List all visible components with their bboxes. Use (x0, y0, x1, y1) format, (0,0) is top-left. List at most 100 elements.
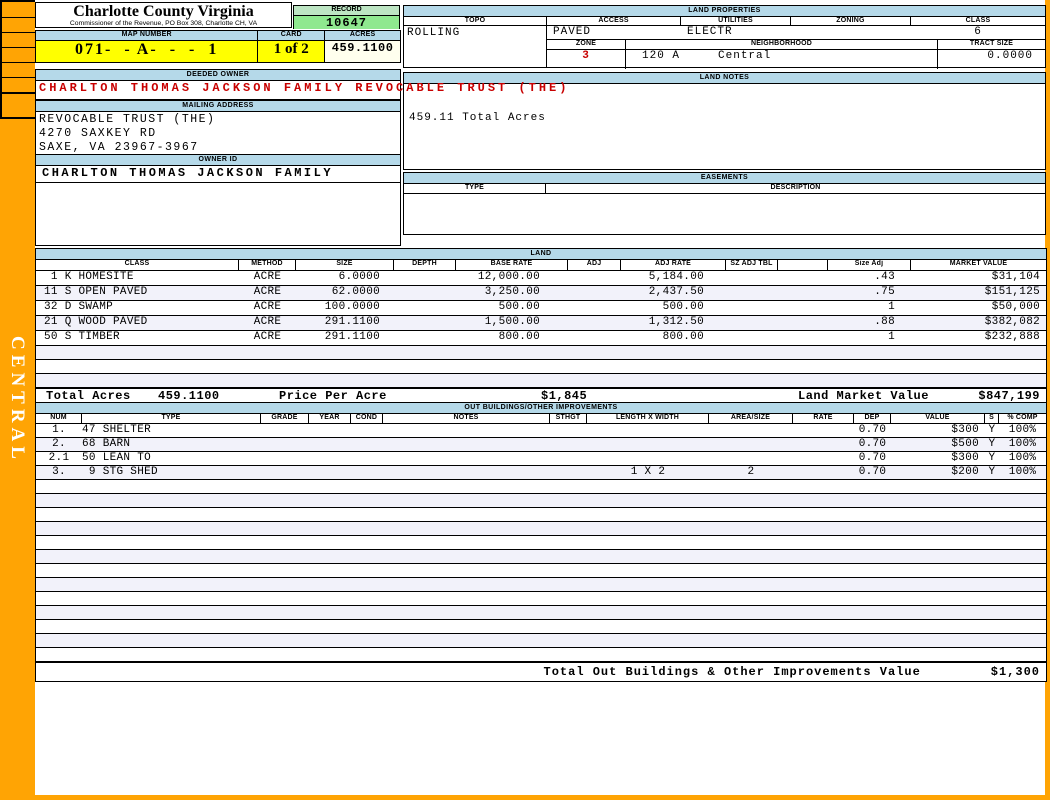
owner-id-label: OWNER ID (36, 155, 400, 166)
ob-col-num: NUM (36, 414, 82, 423)
ob-dep: 0.70 (858, 466, 887, 478)
empty-row (36, 564, 1046, 578)
land-base-rate: 1,500.00 (484, 316, 540, 328)
land-sz-adj-tbl (726, 286, 778, 300)
ob-s: Y (988, 466, 996, 478)
outbuildings-title: OUT BUILDINGS/OTHER IMPROVEMENTS (36, 403, 1046, 414)
land-market-value: $151,125 (984, 286, 1040, 298)
neighborhood-code: 120 A (642, 50, 681, 62)
land-class: 32 D SWAMP (44, 301, 114, 313)
ob-area-size (709, 438, 793, 451)
land-market-value: $31,104 (991, 271, 1040, 283)
empty-row (36, 606, 1046, 620)
ob-col-grade: GRADE (261, 414, 309, 423)
land-adj-rate: 500.00 (662, 301, 704, 313)
record-box: RECORD 10647 (293, 5, 400, 30)
total-acres-label: Total Acres (46, 389, 131, 403)
total-acres-value: 459.1100 (158, 389, 220, 403)
ob-num: 1. (52, 424, 66, 436)
land-table-header: CLASS METHOD SIZE DEPTH BASE RATE ADJ AD… (36, 260, 1046, 271)
land-col-size-adj: Size Adj (828, 260, 911, 270)
ob-year (309, 438, 351, 451)
land-blank (778, 316, 828, 330)
map-card-acres-table: MAP NUMBER CARD ACRES 071- - A- - - 1 1 … (35, 30, 401, 63)
land-properties-title: LAND PROPERTIES (404, 6, 1045, 17)
ob-col-rate: RATE (793, 414, 854, 423)
empty-row (36, 592, 1046, 606)
land-market-value: $50,000 (991, 301, 1040, 313)
ob-s: Y (988, 438, 996, 450)
land-class: 21 Q WOOD PAVED (44, 316, 148, 328)
land-col-depth: DEPTH (394, 260, 456, 270)
land-size-adj: .75 (874, 286, 895, 298)
land-adj-rate: 1,312.50 (648, 316, 704, 328)
land-depth (394, 316, 456, 330)
empty-row (36, 480, 1046, 494)
neighborhood-name: Central (718, 50, 772, 62)
land-size: 62.0000 (331, 286, 380, 298)
easements-panel: EASEMENTS TYPE DESCRIPTION (403, 172, 1046, 235)
land-properties-panel: LAND PROPERTIES TOPO ACCESS UTILITIES ZO… (403, 5, 1046, 69)
land-depth (394, 271, 456, 285)
land-sz-adj-tbl (726, 271, 778, 285)
ob-col-s: S (985, 414, 999, 423)
empty-row (36, 536, 1046, 550)
land-size-adj: 1 (888, 331, 895, 343)
price-per-acre-value: $1,845 (541, 389, 588, 403)
empty-row (36, 578, 1046, 592)
ob-grade (261, 452, 309, 465)
mailing-line: 4270 SAXKEY RD (39, 127, 157, 140)
land-class: 1 K HOMESITE (44, 271, 134, 283)
ob-year (309, 452, 351, 465)
easement-type-label: TYPE (404, 184, 546, 193)
land-col-blank (778, 260, 828, 270)
ob-length-width: 1 X 2 (630, 466, 666, 478)
ob-dep: 0.70 (858, 424, 887, 436)
land-method: ACRE (253, 286, 282, 298)
ob-dep: 0.70 (858, 438, 887, 450)
land-adj (568, 316, 621, 330)
ob-cond (351, 424, 383, 437)
land-method: ACRE (253, 271, 282, 283)
property-record-card: CENTRAL Charlotte County Virginia Commis… (0, 0, 1050, 800)
land-col-sz-adj-tbl: SZ ADJ TBL (726, 260, 778, 270)
ob-value: $500 (951, 438, 979, 450)
topo-label: TOPO (404, 17, 547, 25)
land-table-title: LAND (36, 249, 1046, 260)
ob-comp: 100% (1008, 438, 1037, 450)
mailing-line: SAXE, VA 23967-3967 (39, 141, 199, 154)
district-vertical-label: CENTRAL (7, 336, 28, 464)
empty-row (36, 346, 1046, 360)
empty-row (36, 374, 1046, 388)
card-value: 1 of 2 (258, 41, 326, 62)
ob-year (309, 424, 351, 437)
county-header-box: Charlotte County Virginia Commissioner o… (35, 2, 292, 28)
ob-cond (351, 452, 383, 465)
outbuildings-header: NUM TYPE GRADE YEAR COND NOTES STHGT LEN… (36, 414, 1046, 424)
ob-num: 2.1 (48, 452, 70, 464)
ob-num: 2. (52, 438, 66, 450)
neighborhood-value: 120 A Central (626, 50, 938, 69)
land-row: 32 D SWAMP ACRE 100.0000 500.00 500.00 1 $50,0… (36, 301, 1046, 316)
ob-rate (793, 424, 854, 437)
mailing-address-block: REVOCABLE TRUST (THE) 4270 SAXKEY RD SAX… (36, 112, 400, 155)
zoning-value (791, 26, 911, 39)
land-col-adj-rate: ADJ RATE (621, 260, 726, 270)
land-sz-adj-tbl (726, 301, 778, 315)
ob-year (309, 466, 351, 479)
ob-col-notes: NOTES (383, 414, 550, 423)
outbuilding-row: 2.1 50 LEAN TO 0.70 $300 Y 100% (36, 452, 1046, 466)
land-base-rate: 12,000.00 (477, 271, 540, 283)
land-market-value-label: Land Market Value (798, 389, 929, 403)
land-depth (394, 301, 456, 315)
ob-s: Y (988, 452, 996, 464)
ob-sthgt (550, 438, 587, 451)
ob-col-dep: DEP (854, 414, 891, 423)
ob-col-comp: % COMP (1007, 414, 1038, 421)
land-adj-rate: 800.00 (662, 331, 704, 343)
ob-cond (351, 438, 383, 451)
land-size: 6.0000 (338, 271, 380, 283)
land-col-base-rate: BASE RATE (456, 260, 568, 270)
deeded-owner-value: CHARLTON THOMAS JACKSON FAMILY REVOCABLE… (36, 81, 566, 100)
ob-comp: 100% (1008, 452, 1037, 464)
